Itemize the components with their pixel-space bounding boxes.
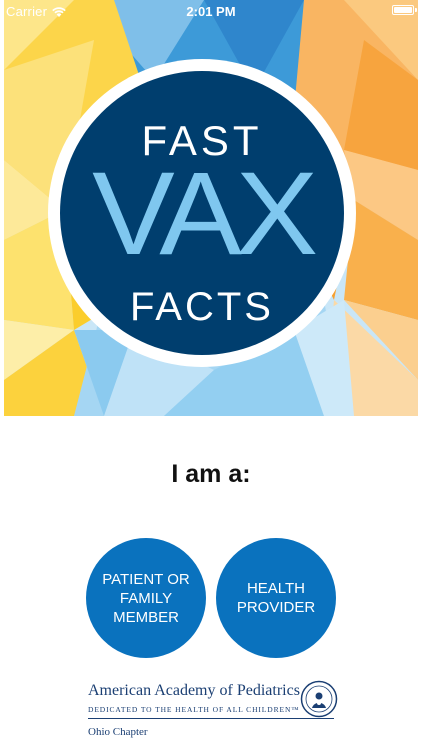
chapter-name: Ohio Chapter	[88, 726, 148, 738]
patient-button-label: PATIENT OR FAMILY MEMBER	[102, 570, 190, 626]
aap-ohio-chapter-logo: American Academy of Pediatrics DEDICATED…	[88, 680, 340, 742]
logo-text-facts: FACTS	[130, 285, 274, 329]
logo-text-vax: VAX	[92, 148, 318, 280]
logo-badge: FAST VAX FACTS	[48, 59, 356, 367]
hero-banner: FAST VAX FACTS	[4, 0, 418, 416]
fast-vax-facts-logo: FAST VAX FACTS	[60, 71, 344, 355]
patient-or-family-member-button[interactable]: PATIENT OR FAMILY MEMBER	[86, 538, 206, 658]
divider	[88, 718, 334, 719]
status-bar: Carrier 2:01 PM	[0, 0, 422, 22]
provider-button-label: HEALTH PROVIDER	[236, 580, 316, 616]
role-prompt: I am a:	[171, 460, 251, 488]
status-time: 2:01 PM	[186, 4, 236, 19]
aap-seal-icon	[300, 680, 338, 718]
health-provider-button[interactable]: HEALTH PROVIDER	[216, 538, 336, 658]
org-tagline: DEDICATED TO THE HEALTH OF ALL CHILDREN™	[88, 705, 300, 714]
battery-icon	[392, 5, 417, 15]
org-name: American Academy of Pediatrics	[88, 682, 300, 699]
